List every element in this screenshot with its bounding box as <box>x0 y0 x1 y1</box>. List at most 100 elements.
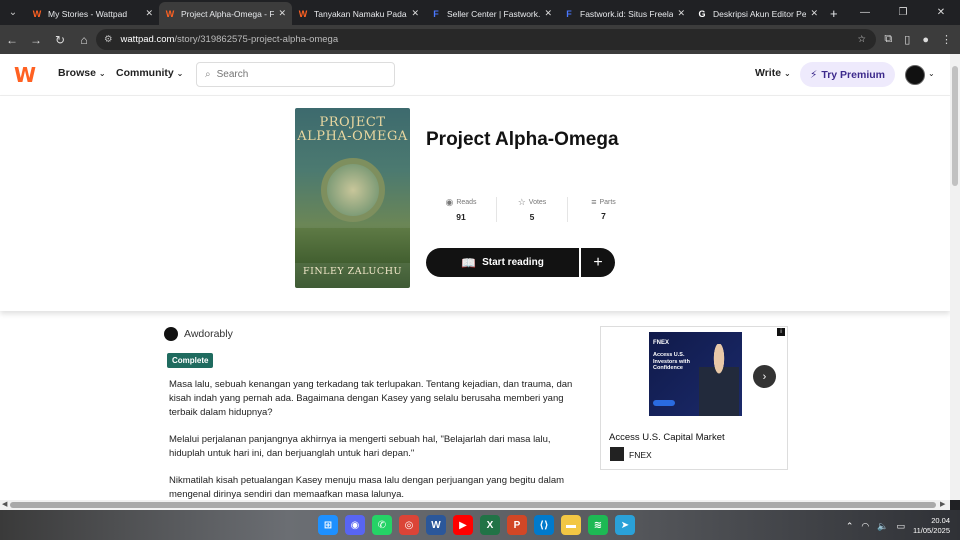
wattpad-logo-icon[interactable]: W <box>14 65 38 85</box>
try-premium-button[interactable]: ⚡ Try Premium <box>800 62 895 87</box>
tab-favicon-icon: W <box>32 8 42 19</box>
minimize-icon[interactable]: — <box>846 7 884 18</box>
tab-search-icon[interactable]: ⌄ <box>0 0 26 25</box>
story-cover[interactable]: PROJECT ALPHA-OMEGA FINLEY ZALUCHU <box>295 108 410 288</box>
scroll-thumb[interactable] <box>952 66 958 186</box>
scroll-left-icon[interactable]: ◀ <box>2 500 7 510</box>
ad-headline: Access U.S. Investors with Confidence <box>653 352 690 371</box>
community-menu[interactable]: Community ⌄ <box>116 67 183 79</box>
reload-icon[interactable]: ↻ <box>48 33 72 47</box>
word-icon[interactable]: W <box>426 515 446 535</box>
browser-tab[interactable]: F Fastwork.id: Situs Freelanc ✕ <box>558 2 691 25</box>
battery-icon[interactable]: ▭ <box>897 521 906 532</box>
ad-info-icon[interactable]: i <box>777 328 785 336</box>
clock-time: 20.04 <box>931 516 950 525</box>
close-tab-icon[interactable]: ✕ <box>677 8 685 19</box>
cover-ground <box>295 228 410 263</box>
status-badge: Complete <box>167 353 214 368</box>
stat-reads: ◉ Reads 91 <box>426 197 497 222</box>
tab-title: Tanyakan Namaku Pada Se <box>314 8 407 19</box>
start-icon[interactable]: ⊞ <box>318 515 338 535</box>
whatsapp-icon[interactable]: ✆ <box>372 515 392 535</box>
vertical-scrollbar[interactable] <box>950 54 960 500</box>
stat-label-text: Reads <box>456 199 477 206</box>
youtube-icon[interactable]: ▶ <box>453 515 473 535</box>
tab-favicon-icon: F <box>433 8 439 19</box>
site-info-icon[interactable]: ⚙ <box>104 34 113 45</box>
profile-icon[interactable]: ● <box>922 34 929 46</box>
close-tab-icon[interactable]: ✕ <box>145 8 153 19</box>
ad-next-button[interactable]: › <box>753 365 776 388</box>
book-icon: 📖 <box>461 255 477 270</box>
search-input[interactable] <box>216 69 377 80</box>
stat-label-text: Votes <box>528 199 547 206</box>
ad-brand: FNEX <box>653 340 670 346</box>
ad-cta[interactable] <box>653 400 675 406</box>
file-explorer-icon[interactable]: ▬ <box>561 515 581 535</box>
stat-label: ◉ Reads <box>426 197 496 208</box>
sidebar-icon[interactable]: ▯ <box>904 33 910 46</box>
wifi-icon[interactable]: ◠ <box>861 521 869 532</box>
clock[interactable]: 20.04 11/05/2025 <box>913 516 950 536</box>
horizontal-scrollbar[interactable]: ◀ ▶ <box>0 500 950 510</box>
back-icon[interactable]: ← <box>0 33 24 47</box>
browser-menu-icon[interactable]: ⋮ <box>941 33 952 46</box>
tab-title: Seller Center | Fastwork.id <box>447 8 541 19</box>
close-tab-icon[interactable]: ✕ <box>810 8 818 19</box>
close-tab-icon[interactable]: ✕ <box>278 8 286 19</box>
user-avatar[interactable] <box>905 65 925 85</box>
tab-favicon-icon: W <box>165 8 175 19</box>
ad-title[interactable]: Access U.S. Capital Market <box>609 432 725 443</box>
write-menu[interactable]: Write ⌄ <box>755 67 791 79</box>
telegram-icon[interactable]: ➤ <box>615 515 635 535</box>
start-reading-button[interactable]: 📖 Start reading <box>426 248 579 277</box>
close-window-icon[interactable]: ✕ <box>922 7 960 18</box>
powerpoint-icon[interactable]: P <box>507 515 527 535</box>
browser-tab[interactable]: W Project Alpha-Omega - Fin ✕ <box>159 2 292 25</box>
author-name: Awdorably <box>184 328 233 340</box>
author-link[interactable]: Awdorably <box>164 327 233 341</box>
stat-value: 5 <box>529 212 535 222</box>
chevron-down-icon: ⌄ <box>98 69 106 78</box>
stat-label: ≡ Parts <box>568 197 639 207</box>
ad-sponsor-logo <box>610 447 624 461</box>
browser-tab[interactable]: W Tanyakan Namaku Pada Se ✕ <box>292 2 425 25</box>
browser-tab[interactable]: W My Stories - Wattpad ✕ <box>26 2 159 25</box>
forward-icon[interactable]: → <box>24 33 48 47</box>
chrome-icon[interactable]: ◎ <box>399 515 419 535</box>
discord-icon[interactable]: ◉ <box>345 515 365 535</box>
browse-menu[interactable]: Browse ⌄ <box>58 67 106 79</box>
story-stats: ◉ Reads 91 ☆ Votes 5 ≡ Parts 7 <box>426 197 639 222</box>
excel-icon[interactable]: X <box>480 515 500 535</box>
search-box[interactable]: ⌕ <box>196 62 395 87</box>
advertisement[interactable]: FNEX Access U.S. Investors with Confiden… <box>600 326 788 470</box>
vscode-icon[interactable]: ⟨⟩ <box>534 515 554 535</box>
browser-tab[interactable]: G Deskripsi Akun Editor Per ✕ <box>691 2 824 25</box>
description-paragraph: Nikmatilah kisah petualangan Kasey menuj… <box>169 475 565 500</box>
clock-date: 11/05/2025 <box>913 526 950 535</box>
home-icon[interactable]: ⌂ <box>72 33 96 47</box>
new-tab-button[interactable]: + <box>830 2 838 25</box>
scroll-right-icon[interactable]: ▶ <box>940 500 945 510</box>
url-host: wattpad.com <box>120 34 175 45</box>
restore-icon[interactable]: ❐ <box>884 7 922 18</box>
close-tab-icon[interactable]: ✕ <box>544 8 552 19</box>
tab-title: Project Alpha-Omega - Fin <box>181 8 275 19</box>
ad-person-image <box>699 344 739 416</box>
volume-icon[interactable]: 🔈 <box>877 521 888 532</box>
tab-title: My Stories - Wattpad <box>48 8 128 19</box>
hscroll-thumb[interactable] <box>10 502 936 508</box>
browser-tab[interactable]: F Seller Center | Fastwork.id ✕ <box>425 2 558 25</box>
tray-chevron-icon[interactable]: ⌃ <box>846 521 854 532</box>
add-to-list-button[interactable]: + <box>581 248 615 277</box>
eye-icon: ◉ <box>445 197 454 207</box>
start-reading-label: Start reading <box>482 257 544 268</box>
bookmark-star-icon[interactable]: ☆ <box>857 34 866 45</box>
spotify-icon[interactable]: ≋ <box>588 515 608 535</box>
ad-image[interactable]: FNEX Access U.S. Investors with Confiden… <box>649 332 742 416</box>
extensions-icon[interactable]: ⧉ <box>884 33 892 46</box>
address-bar[interactable]: ⚙ wattpad.com/story/319862575-project-al… <box>96 29 876 50</box>
close-tab-icon[interactable]: ✕ <box>411 8 419 19</box>
browser-tab-strip: ⌄ W My Stories - Wattpad ✕ W Project Alpha-O… <box>0 0 960 25</box>
chevron-down-icon[interactable]: ⌄ <box>928 69 935 78</box>
